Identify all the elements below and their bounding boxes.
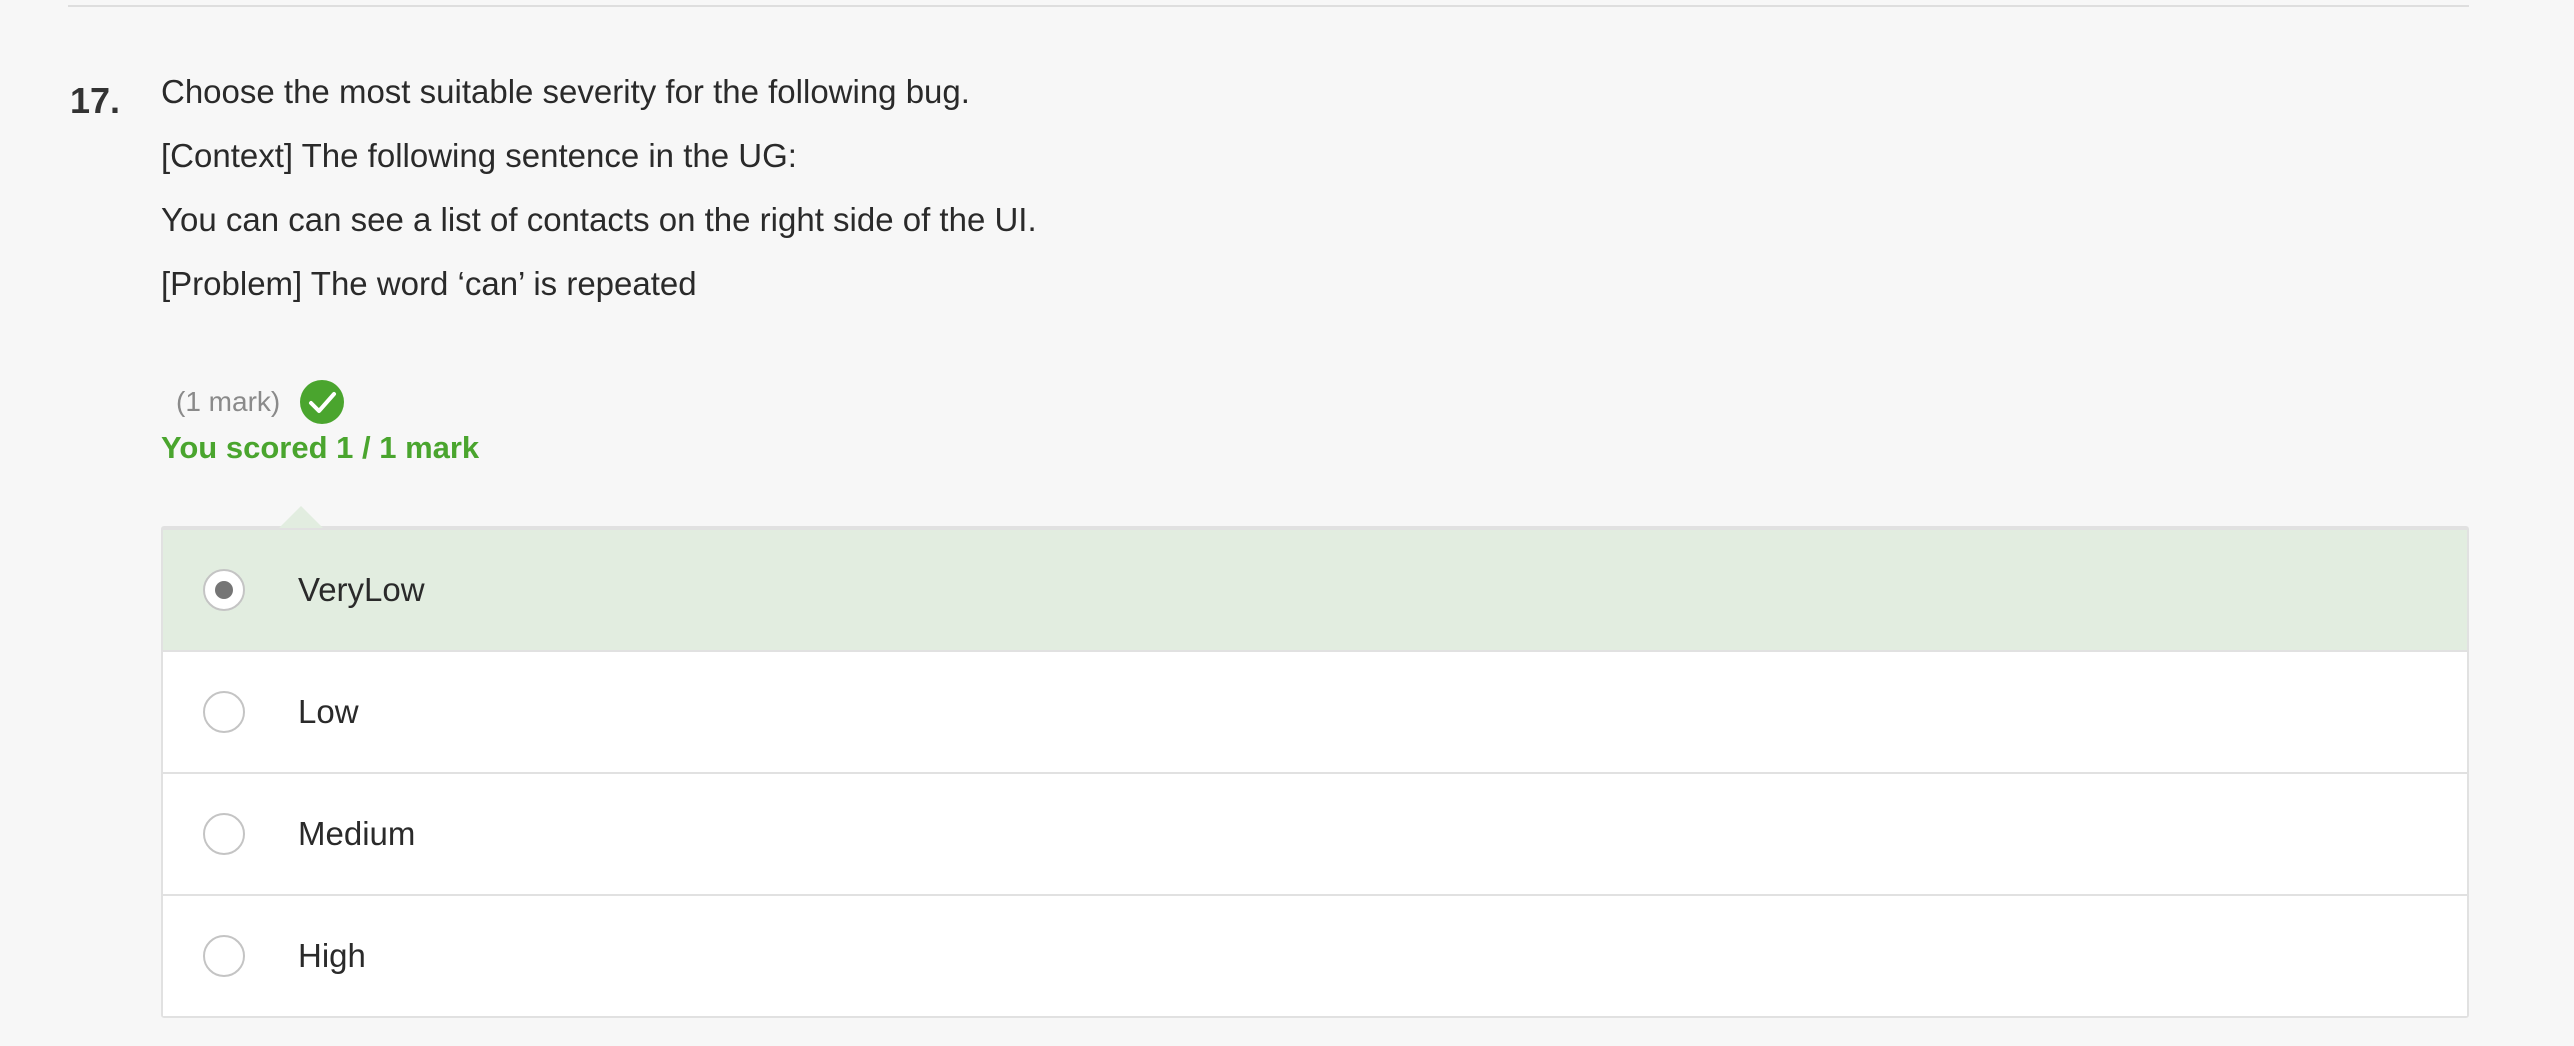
score-text: You scored 1 / 1 mark [161,430,480,465]
marks-row: (1 mark) [176,380,345,424]
question-sentence: You can can see a list of contacts on th… [161,201,1037,238]
option-label: Medium [298,815,416,852]
question-problem: [Problem] The word ‘can’ is repeated [161,265,697,302]
radio-button[interactable] [203,813,245,855]
option-label: High [298,937,366,974]
option-verylow[interactable]: VeryLow [163,528,2467,650]
answer-options: VeryLow Low Medium High [161,506,2469,1018]
question-prompt: Choose the most suitable severity for th… [161,73,970,110]
top-divider [68,5,2469,7]
option-label: VeryLow [298,571,425,608]
option-label: Low [298,693,359,730]
radio-button[interactable] [203,935,245,977]
question-number: 17. [70,80,121,121]
option-medium[interactable]: Medium [163,772,2467,894]
radio-dot [215,581,233,599]
radio-button-selected[interactable] [203,569,245,611]
question-context: [Context] The following sentence in the … [161,137,797,174]
check-circle-icon [300,380,345,424]
marks-label: (1 mark) [176,386,281,417]
option-low[interactable]: Low [163,650,2467,772]
option-high[interactable]: High [163,894,2467,1016]
feedback-pointer [279,506,323,528]
radio-button[interactable] [203,691,245,733]
question-text: Choose the most suitable severity for th… [161,72,2361,328]
